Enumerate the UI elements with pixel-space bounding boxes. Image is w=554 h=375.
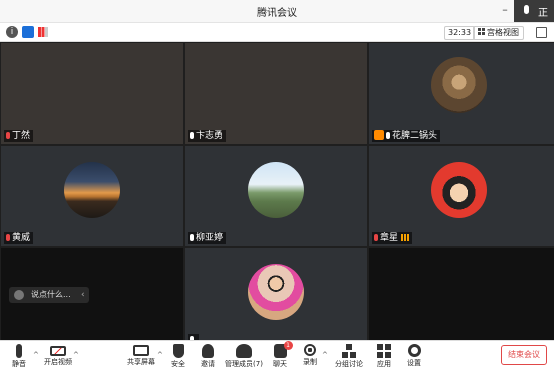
- settings-label: 设置: [407, 359, 421, 367]
- participant-tile[interactable]: 柳亚婷: [185, 146, 367, 246]
- end-meeting-button[interactable]: 结束会议: [501, 345, 547, 365]
- mountain-avatar-icon: [248, 162, 304, 218]
- participant-name-tag: 丁然: [4, 130, 34, 142]
- share-options-caret[interactable]: ^: [157, 351, 163, 359]
- share-screen-button[interactable]: 共享屏幕: [126, 344, 156, 367]
- cartoon-avatar-icon: [431, 162, 487, 218]
- sunset-avatar-icon: [64, 162, 120, 218]
- collapse-icon[interactable]: ‹: [81, 287, 85, 303]
- participant-tile[interactable]: 花脾二锅头: [369, 43, 554, 144]
- share-screen-icon: [133, 345, 149, 356]
- participant-tile[interactable]: 黄威: [1, 146, 183, 246]
- minimize-button[interactable]: –: [498, 3, 512, 17]
- network-signal-icon[interactable]: [38, 27, 48, 37]
- gear-icon: [407, 344, 421, 357]
- speaking-label: 正: [538, 8, 548, 19]
- meeting-info-bar: i 32:33 宫格视图: [0, 23, 554, 42]
- invite-button[interactable]: 邀请: [198, 344, 218, 369]
- mic-muted-icon: [374, 234, 378, 241]
- mic-icon: [190, 132, 194, 139]
- invite-label: 邀请: [201, 360, 215, 368]
- participant-name-tag: 黄威: [4, 232, 34, 244]
- security-button[interactable]: 安全: [168, 344, 188, 369]
- mic-icon: [524, 5, 529, 14]
- meeting-toolbar: 静音 ^ 开启视频 ^ 共享屏幕 ^ 安全 邀请 管理成员(7) 1 聊天 录制…: [0, 340, 554, 375]
- settings-button[interactable]: 设置: [404, 344, 424, 368]
- record-options-caret[interactable]: ^: [322, 351, 328, 359]
- microphone-icon: [16, 344, 22, 358]
- mic-icon: [386, 132, 390, 139]
- speaking-overlay[interactable]: 正: [514, 0, 554, 22]
- child-avatar-icon: [248, 264, 304, 320]
- chat-tile: 说点什么... ‹: [1, 248, 183, 340]
- security-label: 安全: [171, 360, 185, 368]
- video-label: 开启视频: [44, 358, 72, 366]
- participant-name-tag: 花脾二锅头: [372, 130, 441, 142]
- members-label: 管理成员(7): [225, 360, 263, 368]
- chat-icon: 1: [273, 341, 293, 358]
- record-label: 录制: [303, 358, 317, 366]
- shield-icon: [172, 344, 184, 358]
- mute-options-caret[interactable]: ^: [33, 351, 39, 359]
- chat-input-bubble[interactable]: 说点什么... ‹: [9, 287, 89, 303]
- participant-tile[interactable]: [185, 248, 367, 340]
- participant-tile[interactable]: 丁然: [1, 43, 183, 144]
- video-options-caret[interactable]: ^: [73, 351, 79, 359]
- chat-placeholder: 说点什么...: [31, 290, 71, 299]
- breakout-icon: [342, 344, 356, 358]
- breakout-button[interactable]: 分组讨论: [334, 344, 364, 369]
- mute-button[interactable]: 静音: [8, 344, 30, 369]
- camera-off-icon: [50, 346, 66, 356]
- mute-label: 静音: [12, 360, 26, 368]
- apps-label: 应用: [377, 360, 391, 368]
- chat-badge: 1: [283, 341, 293, 350]
- participant-name-tag: 柳亚婷: [188, 232, 227, 244]
- meeting-timer: 32:33: [444, 26, 476, 40]
- shield-icon[interactable]: [22, 26, 34, 38]
- participant-name-tag: 卞志勇: [188, 130, 227, 142]
- participant-tile[interactable]: 章星: [369, 146, 554, 246]
- host-badge-icon: [374, 130, 384, 140]
- video-button[interactable]: 开启视频: [42, 344, 74, 367]
- grid-view-button[interactable]: 宫格视图: [473, 26, 524, 40]
- speaking-level-icon: [401, 234, 410, 241]
- title-bar: 腾讯会议 – ☐: [0, 0, 554, 23]
- fullscreen-icon[interactable]: [536, 27, 547, 38]
- grid-icon: [478, 28, 485, 35]
- chat-label: 聊天: [273, 360, 287, 368]
- mic-muted-icon: [6, 132, 10, 139]
- mic-muted-icon: [6, 234, 10, 241]
- mic-icon: [190, 234, 194, 241]
- participant-tile[interactable]: 卞志勇: [185, 43, 367, 144]
- info-icon[interactable]: i: [6, 26, 18, 38]
- apps-button[interactable]: 应用: [374, 344, 394, 369]
- members-icon: [236, 344, 252, 358]
- window-title: 腾讯会议: [257, 8, 297, 19]
- view-label: 宫格视图: [487, 28, 519, 37]
- invite-user-icon: [202, 344, 214, 358]
- empty-tile: [369, 248, 554, 340]
- share-label: 共享屏幕: [127, 358, 155, 366]
- cat-avatar-icon: [431, 57, 487, 113]
- chat-button[interactable]: 1 聊天: [270, 341, 293, 369]
- participant-name-tag: 章星: [372, 232, 413, 244]
- manage-members-button[interactable]: 管理成员(7): [224, 344, 264, 369]
- video-grid: 丁然 卞志勇 花脾二锅头 黄威 柳亚婷 章星 说点什么... ‹: [0, 42, 554, 340]
- apps-icon: [377, 344, 391, 358]
- record-button[interactable]: 录制: [300, 344, 320, 367]
- record-icon: [304, 344, 316, 356]
- emoji-icon[interactable]: [14, 290, 24, 300]
- breakout-label: 分组讨论: [335, 360, 363, 368]
